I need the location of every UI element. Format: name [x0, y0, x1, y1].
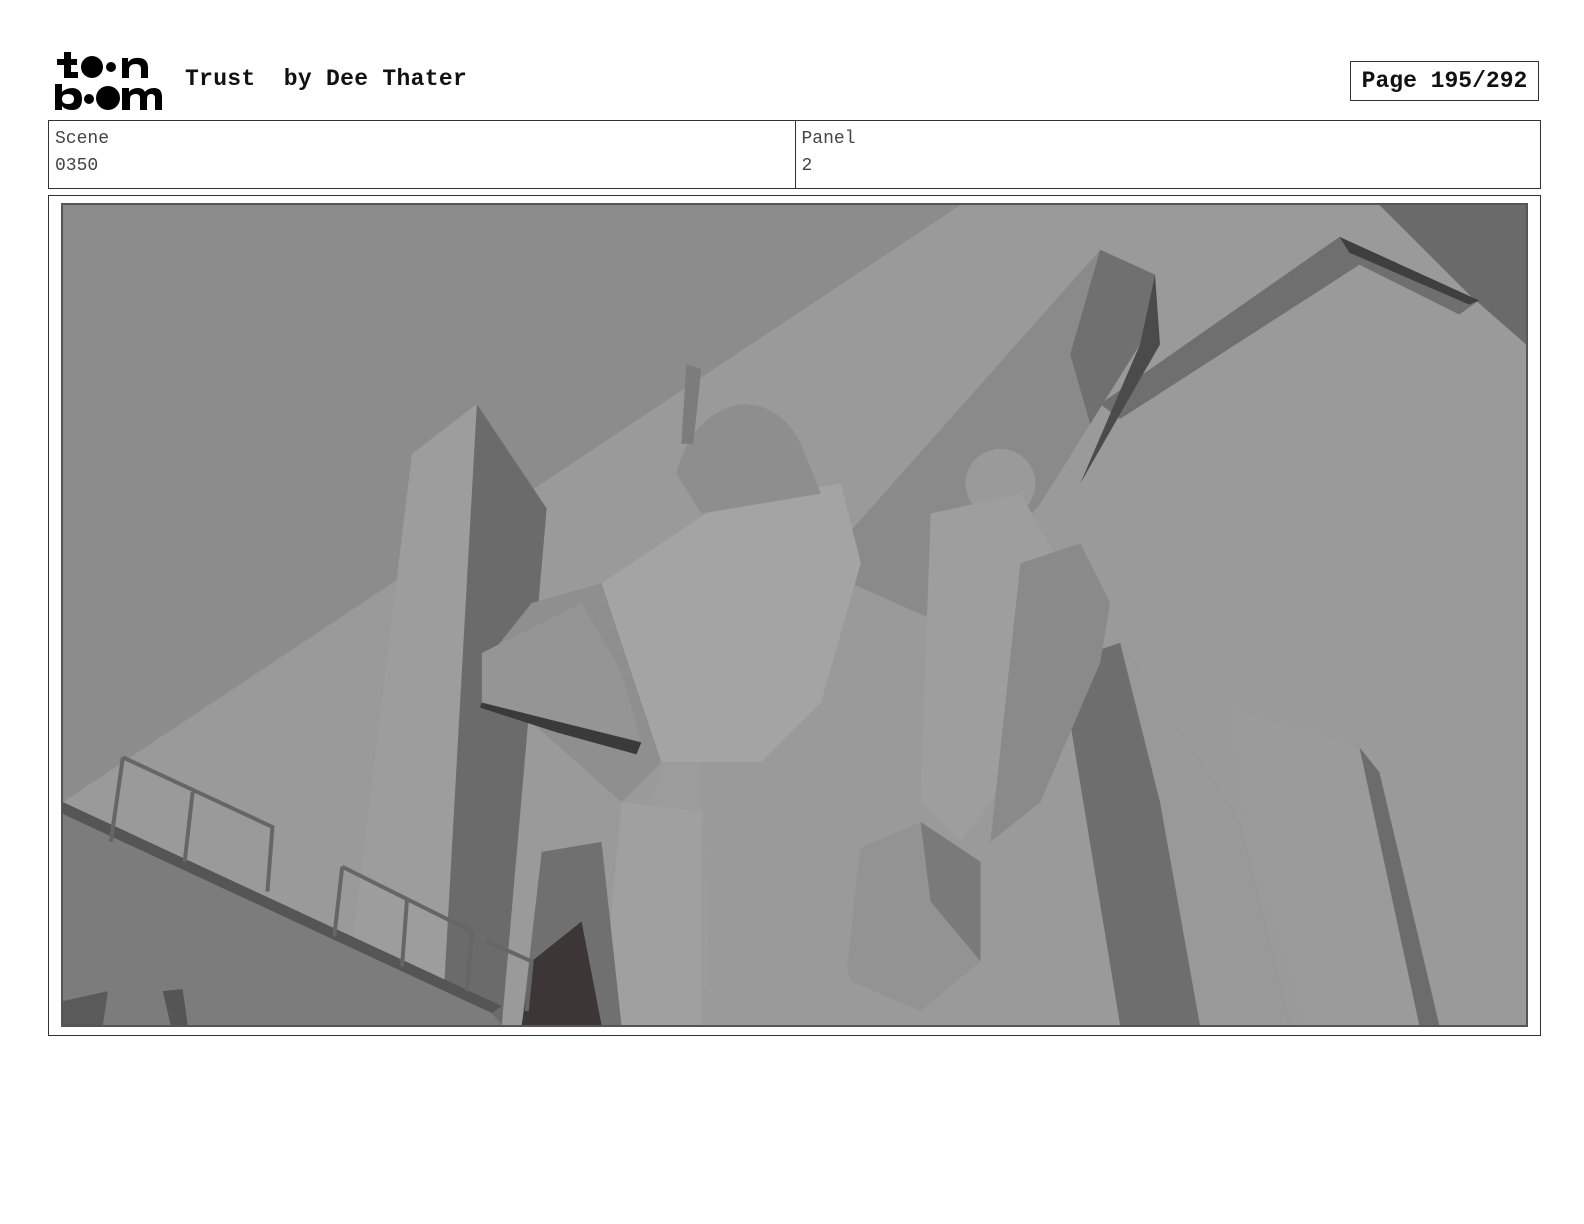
panel-value: 2 [801, 156, 813, 176]
storyboard-panel-image [61, 203, 1528, 1027]
scene-label: Scene [55, 129, 110, 149]
scene-value: 0350 [55, 156, 99, 176]
panel-label: Panel [801, 129, 856, 149]
panel-frame [48, 195, 1541, 1036]
toon-boom-logo [52, 50, 164, 112]
document-title: Trust by Dee Thater [185, 66, 468, 92]
scene-panel-table: Scene 0350 Panel 2 [48, 120, 1541, 189]
page-number: Page 195/292 [1350, 61, 1539, 101]
scene-cell: Scene 0350 [49, 121, 795, 188]
panel-cell: Panel 2 [794, 121, 1541, 188]
